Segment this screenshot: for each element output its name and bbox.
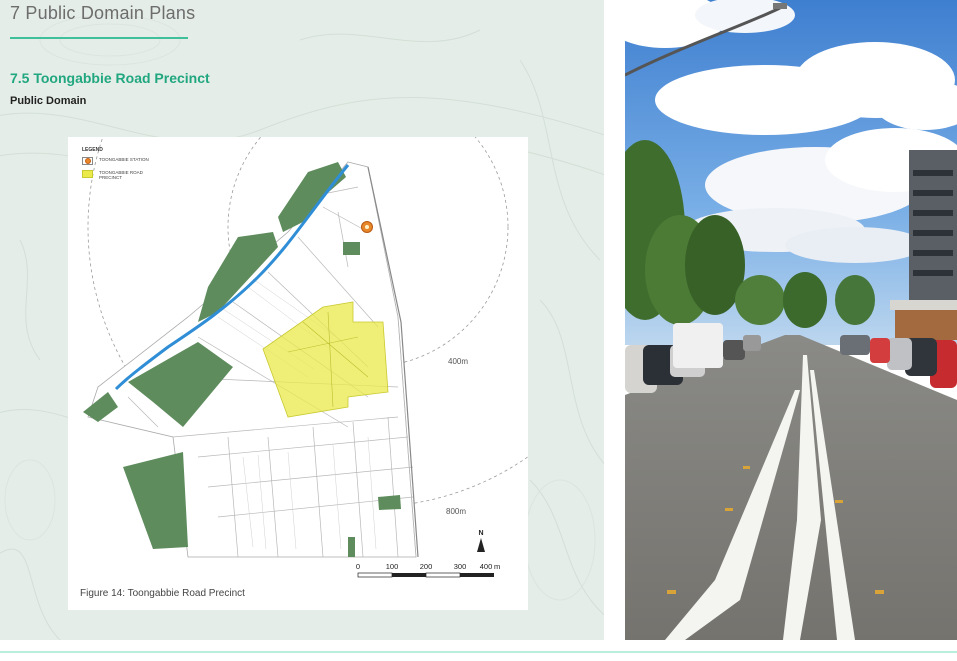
figure-caption: Figure 14: Toongabbie Road Precinct	[80, 588, 245, 599]
street-photo	[625, 0, 957, 640]
subsection-title: 7.5 Toongabbie Road Precinct	[10, 70, 210, 86]
north-arrow-icon: N	[474, 530, 488, 560]
scale-tick: 300	[453, 562, 467, 571]
station-swatch-icon	[82, 157, 93, 165]
precinct-map	[83, 137, 528, 578]
legend-item-precinct: TOONGABBIE ROAD PRECINCT	[82, 170, 159, 180]
legend-item-label: TOONGABBIE STATION	[99, 157, 149, 162]
scale-tick: 0	[355, 562, 361, 571]
document-page-panel: 7 Public Domain Plans 7.5 Toongabbie Roa…	[0, 0, 604, 640]
legend-item-station: TOONGABBIE STATION	[82, 157, 159, 165]
footer-rule	[0, 651, 957, 653]
north-label: N	[478, 530, 484, 537]
scale-units: m	[494, 562, 501, 571]
scale-bar: 0 100 200 300 400 m	[355, 562, 501, 582]
subsection-heading: Public Domain	[10, 95, 87, 107]
scale-tick: 100	[385, 562, 399, 571]
legend-title: LEGEND	[82, 147, 103, 153]
precinct-swatch-icon	[82, 170, 93, 178]
street-photo-image	[625, 0, 957, 640]
ring-label-400: 400m	[448, 357, 469, 366]
precinct-map-figure: LEGEND TOONGABBIE STATION TOONGABBIE ROA…	[68, 137, 528, 610]
section-title: 7 Public Domain Plans	[10, 3, 196, 23]
ring-label-800: 800m	[446, 507, 467, 516]
map-legend: LEGEND TOONGABBIE STATION TOONGABBIE ROA…	[80, 147, 190, 189]
title-underline	[10, 37, 188, 39]
legend-item-label: TOONGABBIE ROAD PRECINCT	[99, 170, 143, 180]
station-marker-icon	[361, 221, 373, 233]
scale-tick: 200	[419, 562, 433, 571]
scale-tick: 400	[479, 562, 493, 571]
